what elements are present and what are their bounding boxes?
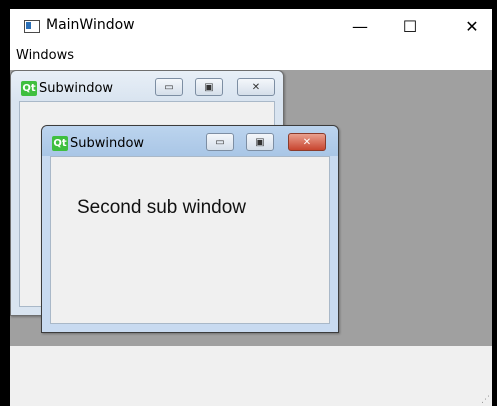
menu-windows[interactable]: Windows (16, 48, 74, 63)
qt-logo-icon: Qt (21, 81, 37, 96)
subwindow-1-title: Subwindow (39, 81, 114, 96)
close-icon: ✕ (251, 81, 261, 93)
minimize-icon: — (352, 16, 368, 36)
maximize-button[interactable]: ☐ (390, 12, 430, 40)
main-titlebar[interactable]: MainWindow — ☐ ✕ (10, 9, 492, 43)
menubar: Windows (10, 43, 492, 69)
minimize-icon: ▭ (164, 81, 174, 93)
close-button[interactable]: ✕ (452, 12, 492, 40)
subwindow-1-close-button[interactable]: ✕ (237, 78, 275, 96)
app-window-icon (24, 20, 40, 33)
subwindow-2-client: Second sub window (50, 156, 330, 324)
screenshot-frame: MainWindow — ☐ ✕ Windows Qt Subwindow ▭ (0, 0, 497, 406)
window-title: MainWindow (46, 17, 135, 33)
close-icon: ✕ (465, 16, 479, 36)
qt-logo-icon: Qt (52, 136, 68, 151)
minimize-button[interactable]: — (340, 12, 380, 40)
maximize-icon: ☐ (402, 16, 418, 36)
subwindow-2-title: Subwindow (70, 136, 145, 151)
mdi-area: Qt Subwindow ▭ ▣ ✕ Qt Subwindow ▭ ▣ ✕ Se… (10, 70, 492, 346)
subwindow-2-minimize-button[interactable]: ▭ (206, 133, 234, 151)
subwindow-2-restore-button[interactable]: ▣ (246, 133, 274, 151)
subwindow-1-minimize-button[interactable]: ▭ (155, 78, 183, 96)
subwindow-2-titlebar[interactable]: Qt Subwindow ▭ ▣ ✕ (42, 126, 338, 156)
close-icon: ✕ (302, 136, 312, 148)
subwindow-1-titlebar[interactable]: Qt Subwindow ▭ ▣ ✕ (11, 71, 283, 101)
subwindow-2[interactable]: Qt Subwindow ▭ ▣ ✕ Second sub window (41, 125, 339, 333)
subwindow-2-content: Second sub window (77, 197, 246, 218)
subwindow-1-restore-button[interactable]: ▣ (195, 78, 223, 96)
minimize-icon: ▭ (215, 136, 225, 148)
restore-icon: ▣ (204, 81, 214, 93)
resize-grip-icon[interactable]: ⋰ (481, 395, 490, 405)
subwindow-2-close-button[interactable]: ✕ (288, 133, 326, 151)
main-window: MainWindow — ☐ ✕ Windows Qt Subwindow ▭ (10, 9, 492, 406)
statusbar: ⋰ (10, 346, 492, 406)
restore-icon: ▣ (255, 136, 265, 148)
